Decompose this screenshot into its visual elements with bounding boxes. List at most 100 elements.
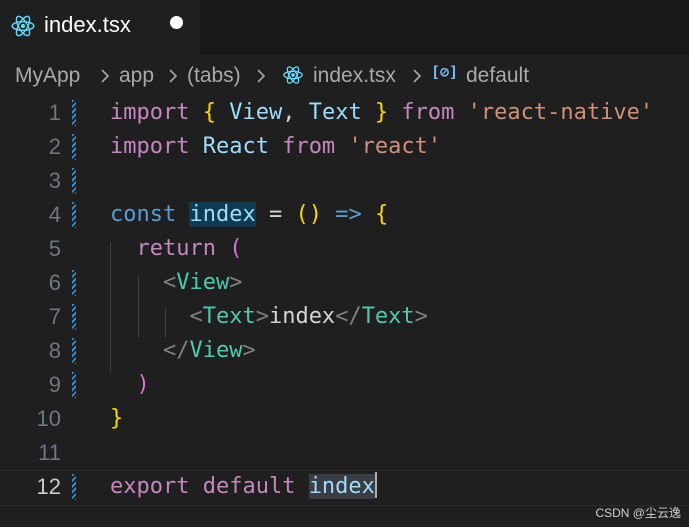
- text-cursor: [374, 472, 377, 498]
- code-token: }: [110, 406, 124, 431]
- code-token: (: [229, 236, 243, 261]
- code-token: export: [110, 474, 203, 499]
- code-token: >: [242, 338, 256, 363]
- chevron-right-icon: [169, 69, 178, 83]
- code-token: View: [229, 100, 283, 125]
- code-text[interactable]: <Text>index</Text>: [110, 300, 428, 334]
- tab-bar: index.tsx: [0, 0, 689, 54]
- line-number: 12: [36, 474, 61, 499]
- code-token: >: [229, 270, 243, 295]
- watermark: CSDN @尘云逸: [595, 506, 681, 520]
- code-token: >: [414, 304, 428, 329]
- code-token: <: [110, 270, 177, 295]
- code-text[interactable]: import { View, Text } from 'react-native…: [110, 96, 653, 130]
- breadcrumb-app[interactable]: app: [119, 64, 154, 88]
- code-token: default: [202, 474, 309, 499]
- code-token: </: [110, 338, 190, 363]
- git-change-marker[interactable]: [72, 168, 76, 194]
- code-token: }: [361, 100, 389, 125]
- code-token: index: [308, 474, 375, 499]
- code-token: return: [110, 236, 230, 261]
- code-text[interactable]: import React from 'react': [110, 130, 441, 164]
- line-number: 3: [48, 168, 61, 193]
- code-token: Text: [308, 100, 362, 125]
- code-line[interactable]: 6 <View>: [0, 266, 689, 300]
- code-text[interactable]: }: [110, 402, 123, 436]
- code-line[interactable]: 7 <Text>index</Text>: [0, 300, 689, 334]
- code-line[interactable]: 8 </View>: [0, 334, 689, 368]
- git-change-marker[interactable]: [72, 474, 76, 500]
- code-line[interactable]: 10}: [0, 402, 689, 436]
- code-line[interactable]: 9 ): [0, 368, 689, 402]
- breadcrumb-myapp[interactable]: MyApp: [15, 64, 80, 88]
- code-text[interactable]: <View>: [110, 266, 243, 300]
- code-token: <: [110, 304, 203, 329]
- code-line[interactable]: 2 import React from 'react': [0, 130, 689, 164]
- line-number: 7: [48, 304, 61, 329]
- tab-filename: index.tsx: [44, 12, 131, 37]
- code-token: (): [295, 202, 322, 227]
- line-number: 8: [48, 338, 61, 363]
- code-line[interactable]: 11: [0, 436, 689, 470]
- code-line[interactable]: 12 export default index: [0, 470, 689, 506]
- breadcrumb: MyApp app (tabs) index.tsx default: [0, 56, 689, 96]
- code-token: Text: [202, 304, 256, 329]
- line-number: 6: [48, 270, 61, 295]
- line-number: 10: [36, 406, 61, 431]
- line-number: 1: [48, 100, 61, 125]
- code-line[interactable]: 1 import { View, Text } from 'react-nativ…: [0, 96, 689, 130]
- git-change-marker[interactable]: [72, 270, 76, 296]
- code-token: >: [255, 304, 269, 329]
- code-token: View: [176, 270, 230, 295]
- code-token: {: [202, 100, 230, 125]
- git-change-marker[interactable]: [72, 304, 76, 330]
- code-token: const: [110, 202, 190, 227]
- code-token: 'react': [348, 134, 442, 159]
- code-token: View: [189, 338, 243, 363]
- code-token: from: [388, 100, 468, 125]
- git-change-marker[interactable]: [72, 100, 76, 126]
- breadcrumb-symbol[interactable]: default: [466, 64, 529, 88]
- code-token: ): [110, 372, 150, 397]
- code-token: from: [268, 134, 349, 159]
- line-number: 2: [48, 134, 61, 159]
- line-number: 9: [48, 372, 61, 397]
- react-icon: [283, 66, 303, 84]
- code-line[interactable]: 5 return (: [0, 232, 689, 266]
- code-token: {: [374, 202, 389, 227]
- code-text[interactable]: ): [110, 368, 150, 402]
- breadcrumb-file[interactable]: index.tsx: [313, 64, 396, 88]
- code-token: =>: [321, 202, 375, 227]
- git-change-marker[interactable]: [72, 338, 76, 364]
- code-text[interactable]: </View>: [110, 334, 256, 368]
- code-token: </: [335, 304, 362, 329]
- code-text[interactable]: return (: [110, 232, 242, 266]
- git-change-marker[interactable]: [72, 372, 76, 398]
- code-text[interactable]: const index = () => {: [110, 198, 388, 232]
- code-token: import: [110, 134, 203, 159]
- code-token: index: [268, 304, 336, 329]
- line-number: 11: [38, 440, 61, 465]
- breadcrumb-tabs[interactable]: (tabs): [187, 64, 241, 88]
- code-token: React: [202, 134, 269, 159]
- chevron-right-icon: [101, 69, 110, 83]
- chevron-right-icon: [257, 69, 266, 83]
- code-token: 'react-native': [467, 100, 654, 125]
- code-token: index: [189, 202, 256, 227]
- code-line[interactable]: 4 const index = () => {: [0, 198, 689, 232]
- symbol-icon: [⊘]: [431, 63, 459, 81]
- react-icon: [11, 15, 35, 37]
- code-editor[interactable]: 1 import { View, Text } from 'react-nativ…: [0, 96, 689, 527]
- line-number: 4: [48, 202, 61, 227]
- unsaved-dot-icon[interactable]: [170, 16, 183, 29]
- code-token: import: [110, 100, 203, 125]
- tab-index-tsx[interactable]: index.tsx: [0, 0, 200, 54]
- chevron-right-icon: [413, 69, 422, 83]
- git-change-marker[interactable]: [72, 134, 76, 160]
- code-line[interactable]: 3: [0, 164, 689, 198]
- git-change-marker[interactable]: [72, 202, 76, 228]
- code-text[interactable]: export default index: [110, 470, 377, 504]
- code-token: =: [255, 202, 296, 227]
- code-token: Text: [361, 304, 415, 329]
- line-number: 5: [48, 236, 61, 261]
